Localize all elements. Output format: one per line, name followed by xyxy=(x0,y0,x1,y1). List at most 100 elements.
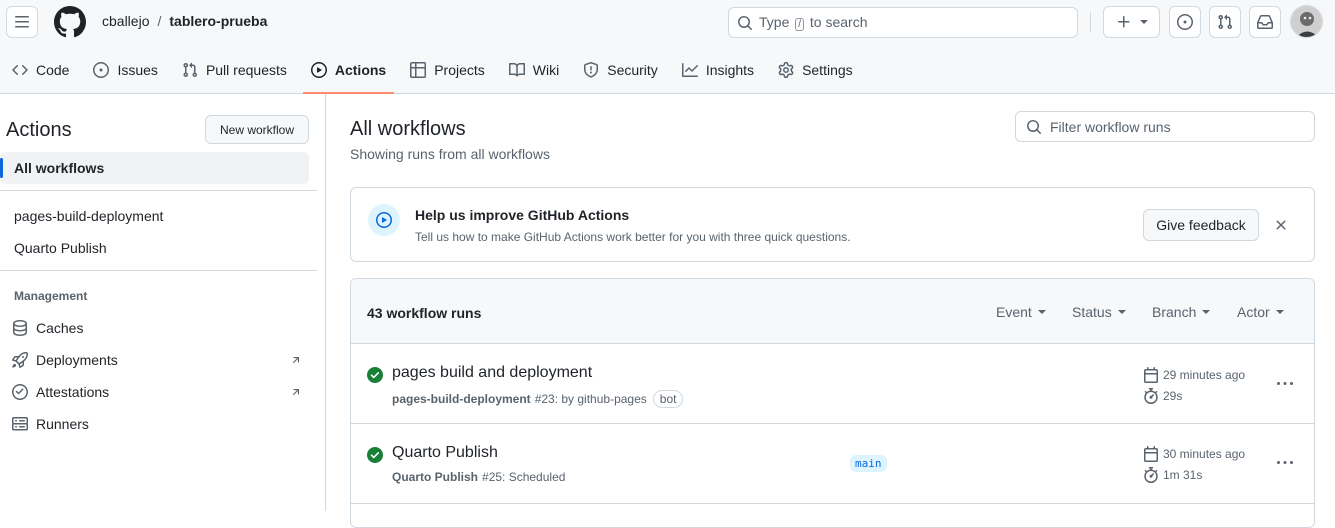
new-workflow-button[interactable]: New workflow xyxy=(205,115,309,144)
sidebar-item-pages-build-deployment[interactable]: pages-build-deployment xyxy=(14,208,163,224)
chevron-down-icon xyxy=(1275,310,1284,314)
filter-placeholder: Filter workflow runs xyxy=(1050,118,1171,135)
runs-header: 43 workflow runs Event Status Branch Act… xyxy=(351,279,1314,344)
tab-projects[interactable]: Projects xyxy=(402,52,493,88)
branch-label[interactable]: main xyxy=(850,455,887,472)
branch-filter-dropdown[interactable]: Branch xyxy=(1152,304,1211,320)
tab-actions[interactable]: Actions xyxy=(302,52,395,94)
issue-icon xyxy=(93,62,110,78)
sidebar-item-attestations[interactable]: Attestations xyxy=(12,384,302,400)
check-circle-icon xyxy=(367,447,383,463)
create-new-button[interactable] xyxy=(1103,6,1160,38)
tab-insights-label: Insights xyxy=(705,62,755,78)
sidebar-item-label: Runners xyxy=(36,416,89,432)
sidebar-item-label: Attestations xyxy=(36,384,110,400)
inbox-icon xyxy=(1257,14,1273,29)
status-filter-label: Status xyxy=(1072,304,1112,320)
run-detail: #25: Scheduled xyxy=(482,470,566,484)
actor-filter-label: Actor xyxy=(1237,304,1270,320)
banner-text: Tell us how to make GitHub Actions work … xyxy=(415,230,851,244)
kebab-horizontal-icon[interactable] xyxy=(1277,376,1293,392)
calendar-icon xyxy=(1144,367,1158,383)
feedback-banner: Help us improve GitHub Actions Tell us h… xyxy=(350,187,1315,262)
gear-icon xyxy=(778,62,794,78)
verified-icon xyxy=(12,384,28,400)
run-time-ago: 29 minutes ago xyxy=(1163,368,1246,382)
actions-sidebar: Actions New workflow All workflows pages… xyxy=(0,94,326,511)
chevron-down-icon xyxy=(1139,20,1148,24)
database-icon xyxy=(13,320,27,336)
sidebar-title: Actions xyxy=(6,119,72,141)
header-divider xyxy=(1090,12,1091,32)
arrow-up-right-icon xyxy=(292,357,300,364)
tab-wiki-label: Wiki xyxy=(532,62,560,78)
tab-settings-label: Settings xyxy=(802,62,853,78)
sidebar-item-deployments[interactable]: Deployments xyxy=(12,352,302,368)
management-heading: Management xyxy=(14,289,88,303)
search-shortcut-key: / xyxy=(795,18,805,31)
workflow-run-row[interactable]: pages build and deployment pages-build-d… xyxy=(351,344,1314,424)
stopwatch-icon xyxy=(1144,388,1158,404)
kebab-horizontal-icon[interactable] xyxy=(1277,455,1293,471)
avatar[interactable] xyxy=(1290,5,1323,38)
server-icon xyxy=(12,417,28,431)
book-icon xyxy=(508,62,525,77)
run-workflow-name: Quarto Publish xyxy=(392,470,479,484)
chevron-down-icon xyxy=(1037,310,1046,314)
app-header: cballejo / tablero-prueba Type / to sear… xyxy=(0,0,1335,94)
pull-request-icon xyxy=(1218,14,1233,30)
tab-actions-label: Actions xyxy=(334,62,387,78)
filter-workflow-runs-input[interactable]: Filter workflow runs xyxy=(1015,111,1315,142)
tab-code-label: Code xyxy=(36,62,70,78)
chevron-down-icon xyxy=(1117,310,1126,314)
rocket-icon xyxy=(12,352,28,368)
tab-settings[interactable]: Settings xyxy=(770,52,861,88)
workflow-run-row[interactable]: Quarto Publish Quarto Publish #25: Sched… xyxy=(351,424,1314,504)
hamburger-icon xyxy=(15,16,29,28)
tab-projects-label: Projects xyxy=(434,62,485,78)
breadcrumb-owner[interactable]: cballejo xyxy=(102,13,149,29)
stopwatch-icon xyxy=(1144,467,1158,483)
search-input[interactable]: Type / to search xyxy=(728,7,1078,38)
menu-button[interactable] xyxy=(6,6,38,38)
issue-icon xyxy=(1177,14,1193,30)
table-icon xyxy=(410,62,427,78)
tab-insights[interactable]: Insights xyxy=(674,52,762,88)
tab-wiki[interactable]: Wiki xyxy=(501,52,567,88)
tab-pull-requests[interactable]: Pull requests xyxy=(174,52,295,88)
run-title[interactable]: pages build and deployment xyxy=(392,364,592,382)
issues-button[interactable] xyxy=(1169,6,1201,38)
breadcrumb-repo[interactable]: tablero-prueba xyxy=(169,13,267,29)
run-workflow-name: pages-build-deployment xyxy=(392,392,531,406)
sidebar-item-label: Caches xyxy=(36,320,84,336)
status-filter-dropdown[interactable]: Status xyxy=(1072,304,1126,320)
search-icon xyxy=(1027,119,1041,134)
tab-pull-requests-label: Pull requests xyxy=(205,62,287,78)
play-icon xyxy=(310,62,327,78)
close-icon[interactable] xyxy=(1273,217,1289,233)
tab-security[interactable]: Security xyxy=(575,52,666,88)
plus-icon xyxy=(1117,16,1129,28)
bot-badge: bot xyxy=(652,390,684,408)
pull-requests-button[interactable] xyxy=(1209,6,1241,38)
sidebar-item-quarto-publish[interactable]: Quarto Publish xyxy=(14,240,107,256)
inbox-button[interactable] xyxy=(1249,6,1281,38)
page-title: All workflows xyxy=(350,118,466,140)
give-feedback-button[interactable]: Give feedback xyxy=(1143,209,1259,241)
arrow-up-right-icon xyxy=(292,389,300,396)
sidebar-item-runners[interactable]: Runners xyxy=(12,416,302,432)
sidebar-divider xyxy=(0,270,317,271)
sidebar-item-all-workflows[interactable]: All workflows xyxy=(0,152,309,184)
tab-code[interactable]: Code xyxy=(4,52,77,88)
tab-issues[interactable]: Issues xyxy=(85,52,165,88)
branch-filter-label: Branch xyxy=(1152,304,1197,320)
sidebar-item-caches[interactable]: Caches xyxy=(12,320,302,336)
banner-title: Help us improve GitHub Actions xyxy=(415,207,630,223)
event-filter-dropdown[interactable]: Event xyxy=(996,304,1046,320)
actor-filter-dropdown[interactable]: Actor xyxy=(1237,304,1284,320)
tab-issues-label: Issues xyxy=(117,62,158,78)
github-logo-icon[interactable] xyxy=(54,6,86,38)
shield-icon xyxy=(584,62,599,78)
check-circle-icon xyxy=(367,367,383,383)
run-title[interactable]: Quarto Publish xyxy=(392,444,498,462)
